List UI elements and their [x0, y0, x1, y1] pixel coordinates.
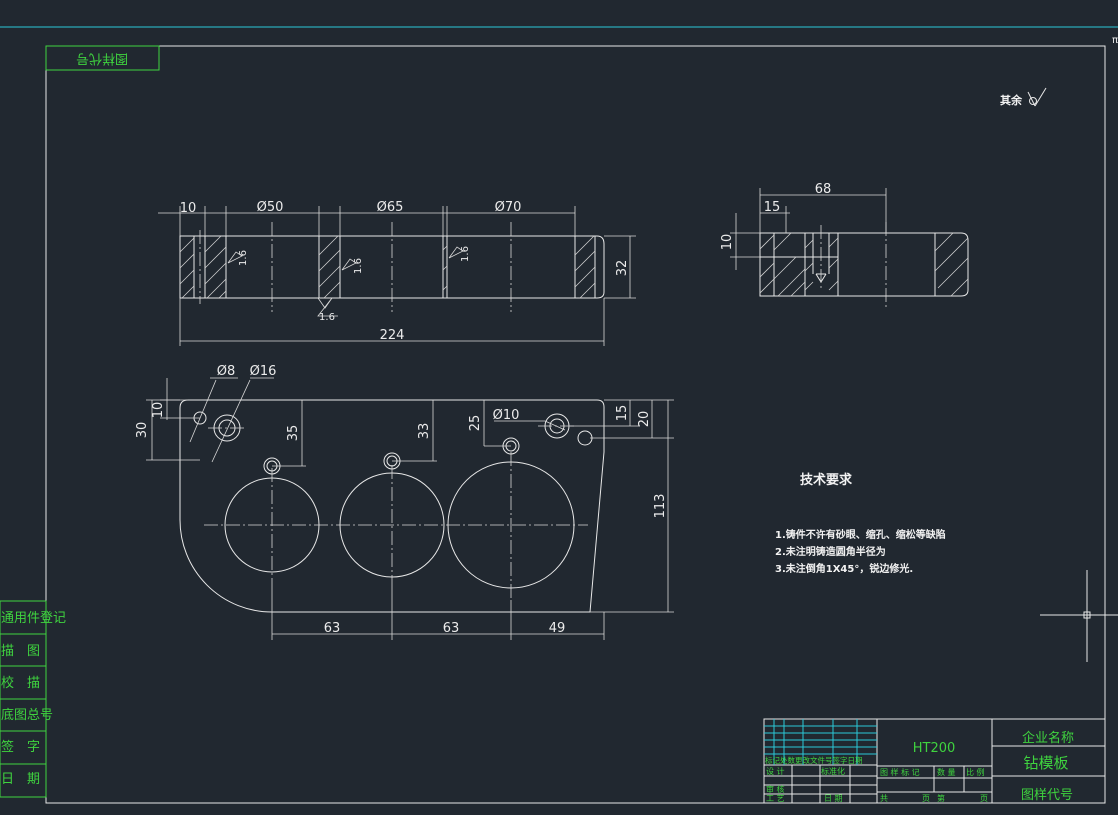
title-stage-header: 图 样 标 记 [880, 767, 920, 777]
dim-top-10: 10 [151, 402, 166, 419]
title-process: 工 艺 [766, 794, 785, 803]
title-page: 页 [980, 794, 988, 803]
dim-front-d65: Ø65 [377, 200, 404, 215]
dim-side-10: 10 [720, 234, 735, 251]
roughness-symbol [1027, 87, 1047, 107]
dim-front-224: 224 [380, 328, 405, 343]
cad-drawing-canvas[interactable]: π 图样代号 其余 10 Ø50 Ø65 Ø70 32 224 1.6 1.6 … [0, 0, 1118, 815]
title-drawing-code: 图样代号 [1021, 788, 1073, 803]
tech-item-3: 3.未注倒角1X45°，锐边修光. [775, 562, 913, 575]
title-design: 设 计 [766, 766, 785, 776]
dim-side-68: 68 [815, 182, 832, 197]
crosshair-cursor [1040, 570, 1118, 662]
side-register-grid [0, 600, 47, 798]
dim-top-35: 35 [286, 425, 301, 442]
dim-front-d70: Ø70 [495, 200, 522, 215]
title-company: 企业名称 [1022, 730, 1074, 746]
drawing-sheet: π 图样代号 其余 10 Ø50 Ø65 Ø70 32 224 1.6 1.6 … [0, 26, 1118, 804]
title-rev-header: 标记处数更改文件号签字日期 [765, 755, 863, 765]
dim-top-113: 113 [653, 494, 668, 519]
title-scale: 比 例 [966, 767, 985, 777]
corner-tag-text: 图样代号 [76, 51, 128, 66]
front-view [158, 206, 636, 346]
dim-front-d50: Ø50 [257, 200, 284, 215]
title-standardize: 标准化 [821, 766, 845, 776]
title-review: 审 核 [766, 784, 785, 794]
dim-front-10: 10 [180, 201, 197, 216]
roughness-front-4: 1.6 [319, 312, 335, 323]
title-date: 日 期 [824, 794, 843, 803]
title-material: HT200 [913, 741, 956, 756]
register-date: 日 期 [1, 772, 40, 787]
top-view [146, 377, 674, 640]
tech-item-2: 2.未注明铸造圆角半径为 [775, 545, 886, 558]
register-check-tracing: 校 描 [1, 675, 40, 691]
dim-top-d16: Ø16 [250, 364, 277, 379]
roughness-front-1: 1.6 [238, 250, 249, 266]
roughness-note: 其余 [1000, 93, 1023, 107]
title-part-name: 钻模板 [1023, 754, 1068, 772]
title-total: 共 [880, 794, 888, 803]
roughness-front-2: 1.6 [353, 258, 364, 274]
dim-top-30: 30 [135, 422, 150, 439]
register-tracing: 描 图 [1, 644, 40, 659]
dim-front-32: 32 [615, 260, 630, 277]
roughness-front-3: 1.6 [460, 246, 471, 262]
dim-top-20: 20 [637, 411, 652, 428]
dim-top-49: 49 [549, 621, 566, 636]
tech-title: 技术要求 [800, 472, 853, 488]
tech-item-1: 1.铸件不许有砂眼、缩孔、缩松等缺陷 [775, 528, 946, 541]
corner-marker: π [1112, 35, 1118, 46]
register-signature: 签 字 [1, 739, 40, 755]
title-sheet: 页 [922, 794, 930, 803]
dim-top-63a: 63 [324, 621, 341, 636]
dim-top-d10: Ø10 [493, 408, 520, 423]
dim-top-25: 25 [468, 415, 483, 432]
register-base-number: 底图总号 [1, 707, 53, 723]
title-page-no: 第 [937, 793, 945, 803]
title-qty: 数 量 [937, 767, 956, 777]
dim-top-63b: 63 [443, 621, 460, 636]
dim-top-15: 15 [615, 405, 630, 422]
register-general-parts: 通用件登记 [1, 611, 66, 626]
dim-side-15: 15 [764, 200, 781, 215]
drawing-border [45, 45, 1106, 804]
dim-top-33: 33 [417, 423, 432, 440]
dim-top-d8: Ø8 [217, 364, 236, 379]
